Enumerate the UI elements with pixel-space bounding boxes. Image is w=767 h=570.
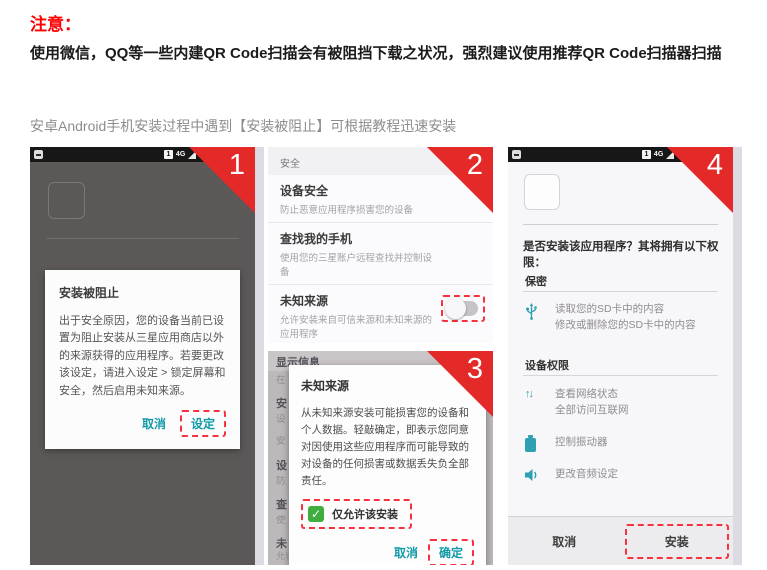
row-subtitle: 防止恶意应用程序损害您的设备 bbox=[280, 202, 440, 216]
divider bbox=[523, 291, 718, 292]
settings-button[interactable]: 设定 bbox=[180, 410, 226, 437]
screenshot-step1: 1 4G 7:4 安装被阻止 出于安全原因，您的设备当前已设置为阻止安装从三星应… bbox=[30, 147, 255, 565]
dimmed-list-sub: 防 bbox=[276, 473, 286, 487]
notification-badge: 1 bbox=[642, 150, 651, 159]
phone-edge bbox=[255, 147, 264, 565]
screenshot-step2: 安全 设备安全 防止恶意应用程序损害您的设备 查找我的手机 使用您的三星账户远程… bbox=[268, 147, 493, 343]
highlight-box bbox=[441, 295, 485, 322]
page-subtitle: 安卓Android手机安装过程中遇到【安装被阻止】可根据教程迅速安装 bbox=[30, 116, 456, 136]
dimmed-list-sub: 设 bbox=[276, 411, 286, 425]
dimmed-list-item: 设 bbox=[276, 457, 287, 473]
network-type-label: 4G bbox=[176, 151, 185, 158]
cancel-button[interactable]: 取消 bbox=[394, 544, 418, 561]
row-title: 查找我的手机 bbox=[280, 230, 481, 247]
usb-icon bbox=[525, 302, 541, 334]
row-subtitle: 使用您的三星账户远程查找并控制设备 bbox=[280, 250, 440, 278]
step-corner-ribbon bbox=[427, 351, 493, 417]
permission-item-storage: 读取您的SD卡中的内容 修改或删除您的SD卡中的内容 bbox=[525, 302, 696, 334]
install-blocked-dialog: 安装被阻止 出于安全原因，您的设备当前已设置为阻止安装从三星应用商店以外的来源获… bbox=[45, 270, 240, 449]
divider bbox=[523, 375, 718, 376]
section-header-device: 设备权限 bbox=[525, 357, 569, 373]
divider bbox=[46, 238, 239, 239]
highlight-box: ✓ 仅允许该安装 bbox=[301, 499, 412, 529]
install-button-bar: 取消 安装 bbox=[508, 516, 733, 565]
unknown-sources-toggle[interactable] bbox=[448, 301, 478, 316]
install-question: 是否安装该应用程序？其将拥有以下权限： bbox=[523, 238, 725, 270]
permission-item-audio: 更改音频设定 bbox=[525, 467, 618, 487]
network-arrows-icon: ↑↓ bbox=[525, 387, 541, 419]
settings-row-unknown-sources[interactable]: 未知来源 允许安装来自可信来源和未知来源的应用程序 bbox=[268, 285, 493, 343]
download-icon bbox=[34, 150, 43, 159]
permission-line: 全部访问互联网 bbox=[555, 403, 629, 419]
step-number: 3 bbox=[467, 355, 483, 384]
dimmed-list-item: 安 bbox=[276, 395, 287, 411]
dialog-title: 安装被阻止 bbox=[59, 284, 226, 301]
cancel-button[interactable]: 取消 bbox=[508, 533, 621, 550]
divider bbox=[523, 224, 718, 225]
dimmed-list-sub: 在 bbox=[276, 372, 286, 386]
dimmed-list-sub: 使 bbox=[276, 512, 286, 526]
permission-line: 修改或删除您的SD卡中的内容 bbox=[555, 318, 696, 334]
notice-body: 使用微信，QQ等一些内建QR Code扫描会有被阻挡下载之状况，强烈建议使用推荐… bbox=[30, 40, 742, 67]
permission-line: 控制振动器 bbox=[555, 435, 608, 451]
download-icon bbox=[512, 150, 521, 159]
notification-badge: 1 bbox=[164, 150, 173, 159]
step-corner-ribbon bbox=[189, 147, 255, 213]
dimmed-list-item: 安 bbox=[276, 433, 286, 447]
network-type-label: 4G bbox=[654, 151, 663, 158]
dimmed-list-item: 查 bbox=[276, 496, 287, 512]
tutorial-page: 注意： 使用微信，QQ等一些内建QR Code扫描会有被阻挡下载之状况，强烈建议… bbox=[0, 0, 767, 570]
phone-edge bbox=[733, 147, 742, 565]
notice-title: 注意： bbox=[30, 10, 81, 35]
step-number: 4 bbox=[707, 151, 723, 180]
section-header-privacy: 保密 bbox=[525, 273, 547, 289]
step-corner-ribbon bbox=[427, 147, 493, 213]
app-icon-placeholder bbox=[524, 174, 560, 210]
permission-item-network: ↑↓ 查看网络状态 全部访问互联网 bbox=[525, 387, 629, 419]
permission-item-vibration: 控制振动器 bbox=[525, 435, 608, 452]
permission-line: 查看网络状态 bbox=[555, 387, 629, 403]
settings-row-find-my-phone[interactable]: 查找我的手机 使用您的三星账户远程查找并控制设备 bbox=[268, 223, 493, 285]
step-corner-ribbon bbox=[667, 147, 733, 213]
screenshot-step4: 1 4G 7:4 是否安装该应用程序？其将拥有以下权限： 保密 bbox=[508, 147, 733, 565]
step-number: 2 bbox=[467, 151, 483, 180]
battery-icon bbox=[525, 435, 541, 452]
permission-line: 更改音频设定 bbox=[555, 467, 618, 483]
screenshot-step3: 显示信息 在 安 设 安 设 防 查 使 未 允许安装来自可信来源和未知来源的应… bbox=[268, 351, 493, 565]
checkbox-label: 仅允许该安装 bbox=[332, 506, 398, 522]
confirm-button[interactable]: 确定 bbox=[428, 539, 474, 565]
permission-line: 读取您的SD卡中的内容 bbox=[555, 302, 696, 318]
speaker-icon bbox=[525, 467, 541, 487]
allow-once-checkbox[interactable]: ✓ bbox=[308, 506, 324, 522]
row-subtitle: 允许安装来自可信来源和未知来源的应用程序 bbox=[280, 312, 440, 340]
cancel-button[interactable]: 取消 bbox=[142, 415, 166, 432]
install-button[interactable]: 安装 bbox=[625, 524, 729, 559]
dialog-body: 出于安全原因，您的设备当前已设置为阻止安装从三星应用商店以外的来源获得的应用程序… bbox=[59, 313, 226, 400]
step-number: 1 bbox=[229, 151, 245, 180]
dialog-body: 从未知来源安装可能损害您的设备和个人数据。轻敲确定，即表示您同意对因使用这些应用… bbox=[301, 405, 474, 490]
app-icon-placeholder bbox=[48, 182, 85, 219]
